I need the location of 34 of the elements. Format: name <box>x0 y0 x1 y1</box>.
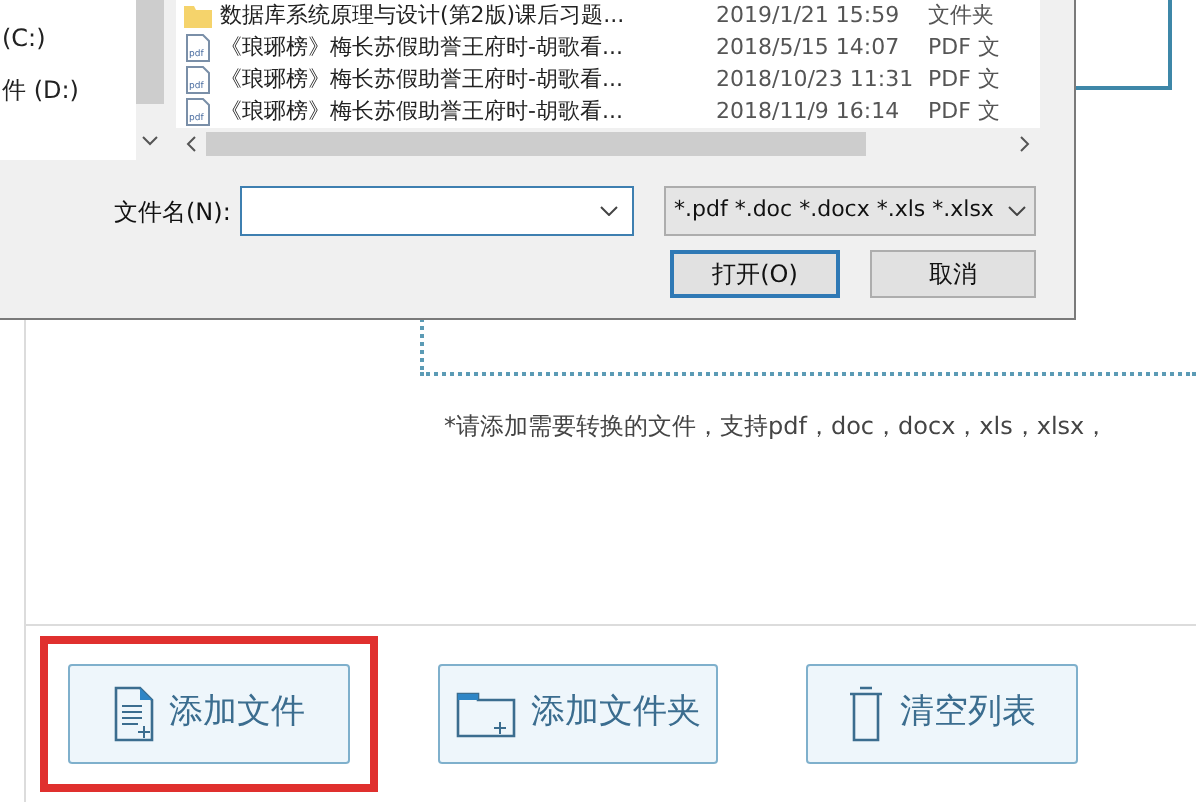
scroll-down-icon[interactable] <box>142 136 158 146</box>
file-name: 《琅琊榜》梅长苏假助誉王府时-胡歌看... <box>220 63 625 96</box>
folder-add-icon <box>455 690 515 738</box>
file-date: 2018/11/9 16:14 <box>716 95 902 128</box>
file-date: 2019/1/21 15:59 <box>716 0 902 32</box>
nav-item[interactable]: (C:) <box>2 20 46 56</box>
scroll-thumb[interactable] <box>136 0 164 104</box>
file-name: 《琅琊榜》梅长苏假助誉王府时-胡歌看... <box>220 31 625 64</box>
cancel-button[interactable]: 取消 <box>870 250 1036 298</box>
dropdown-icon[interactable] <box>1008 206 1026 216</box>
hint-text: *请添加需要转换的文件，支持pdf，doc，docx，xls，xlsx， <box>444 410 1109 444</box>
folder-icon <box>184 4 212 28</box>
toolbar-button[interactable]: 清空列表 <box>806 664 1078 764</box>
file-add-icon <box>113 686 153 742</box>
scroll-thumb[interactable] <box>206 132 866 156</box>
file-name: 数据库系统原理与设计(第2版)课后习题... <box>220 0 627 32</box>
filename-label: 文件名(N): <box>114 196 231 230</box>
toolbar-button[interactable]: 添加文件夹 <box>438 664 718 764</box>
trash-icon <box>848 686 884 742</box>
scroll-left-icon[interactable] <box>186 136 196 152</box>
dropdown-icon[interactable] <box>600 206 618 216</box>
toolbar-button[interactable]: 添加文件 <box>68 664 350 764</box>
file-type: PDF 文 <box>928 31 1002 64</box>
nav-item[interactable]: 件 (D:) <box>2 72 79 108</box>
file-date: 2018/5/15 14:07 <box>716 31 902 64</box>
file-type: PDF 文 <box>928 95 1002 128</box>
filter-dropdown[interactable]: *.pdf *.doc *.docx *.xls *.xlsx <box>664 186 1036 236</box>
scroll-right-icon[interactable] <box>1020 136 1030 152</box>
filename-field[interactable] <box>240 186 634 236</box>
file-type: PDF 文 <box>928 63 1002 96</box>
file-date: 2018/10/23 11:31 <box>716 63 916 96</box>
file-type: 文件夹 <box>928 0 996 32</box>
file-name: 《琅琊榜》梅长苏假助誉王府时-胡歌看... <box>220 95 625 128</box>
open-button[interactable]: 打开(O) <box>670 250 840 298</box>
